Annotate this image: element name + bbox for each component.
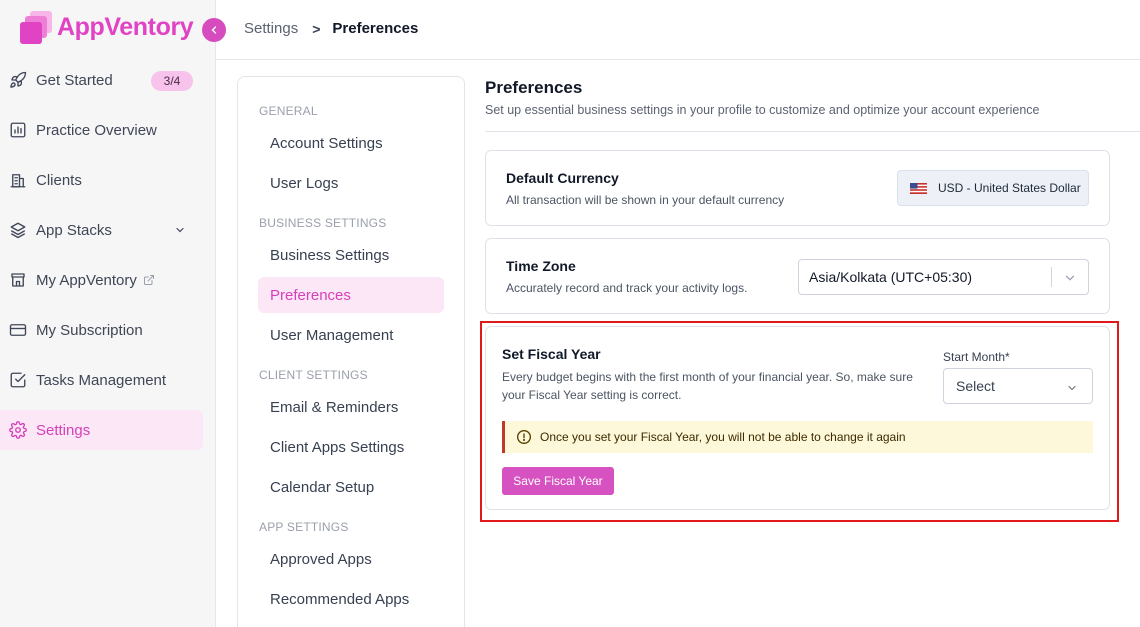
breadcrumb-settings[interactable]: Settings xyxy=(244,20,298,37)
settings-item-preferences[interactable]: Preferences xyxy=(258,277,444,313)
sidebar-item-label: Clients xyxy=(36,171,82,189)
sidebar-item-clients[interactable]: Clients xyxy=(0,160,216,200)
gear-icon xyxy=(8,420,28,440)
sidebar-item-label: My Subscription xyxy=(36,321,143,339)
time-zone-description: Accurately record and track your activit… xyxy=(506,281,748,295)
sidebar-item-label: Get Started xyxy=(36,71,113,89)
store-icon xyxy=(8,270,28,290)
settings-item-user-management[interactable]: User Management xyxy=(258,317,444,353)
sidebar-item-settings[interactable]: Settings xyxy=(0,410,203,450)
sidebar-item-my-subscription[interactable]: My Subscription xyxy=(0,310,216,350)
app-name: AppVentory xyxy=(57,12,194,41)
chevron-left-icon xyxy=(208,24,220,36)
time-zone-title: Time Zone xyxy=(506,258,576,274)
external-link-icon xyxy=(143,274,155,286)
sidebar-item-practice-overview[interactable]: Practice Overview xyxy=(0,110,216,150)
sidebar-item-app-stacks[interactable]: App Stacks xyxy=(0,210,216,250)
task-check-icon xyxy=(8,370,28,390)
section-heading-general: GENERAL xyxy=(259,104,318,118)
section-heading-business-settings: BUSINESS SETTINGS xyxy=(259,216,387,230)
us-flag-icon xyxy=(910,182,927,194)
chart-icon xyxy=(8,120,28,140)
layers-icon xyxy=(8,220,28,240)
settings-item-client-apps-settings[interactable]: Client Apps Settings xyxy=(258,429,444,465)
time-zone-value: Asia/Kolkata (UTC+05:30) xyxy=(809,269,973,285)
sidebar-item-label: Tasks Management xyxy=(36,371,167,389)
time-zone-card: Time Zone Accurately record and track yo… xyxy=(485,238,1110,314)
currency-display: USD - United States Dollar xyxy=(897,170,1089,206)
settings-item-business-settings[interactable]: Business Settings xyxy=(258,237,444,273)
chevron-down-icon[interactable] xyxy=(174,223,186,240)
sidebar-item-label: App Stacks xyxy=(36,221,112,239)
settings-item-approved-apps[interactable]: Approved Apps xyxy=(258,541,444,577)
building-icon xyxy=(8,170,28,190)
page-title: Preferences xyxy=(485,78,583,97)
currency-description: All transaction will be shown in your de… xyxy=(506,193,785,207)
settings-menu: GENERAL Account Settings User Logs BUSIN… xyxy=(237,76,465,627)
sidebar-item-label: My AppVentory xyxy=(36,271,137,289)
default-currency-card: Default Currency All transaction will be… xyxy=(485,150,1110,226)
settings-item-account-settings[interactable]: Account Settings xyxy=(258,125,444,161)
breadcrumb: Settings > Preferences xyxy=(244,20,418,37)
section-heading-client-settings: CLIENT SETTINGS xyxy=(259,368,368,382)
progress-badge: 3/4 xyxy=(151,71,193,91)
sidebar-nav: Get Started 3/4 Practice Overview Client… xyxy=(0,60,216,460)
sidebar-item-get-started[interactable]: Get Started 3/4 xyxy=(0,60,216,100)
sidebar-item-tasks-management[interactable]: Tasks Management xyxy=(0,360,216,400)
currency-title: Default Currency xyxy=(506,170,619,186)
app-logo-icon xyxy=(18,9,54,45)
breadcrumb-separator-icon: > xyxy=(312,20,321,37)
select-divider xyxy=(1051,267,1052,287)
settings-item-user-logs[interactable]: User Logs xyxy=(258,165,444,201)
app-logo[interactable]: AppVentory xyxy=(18,8,194,46)
sidebar-item-label: Settings xyxy=(36,421,91,439)
time-zone-select[interactable]: Asia/Kolkata (UTC+05:30) xyxy=(798,259,1089,295)
chevron-down-icon xyxy=(1063,271,1077,288)
top-bar: Settings > Preferences xyxy=(216,0,1140,60)
sidebar-item-my-appventory[interactable]: My AppVentory xyxy=(0,260,216,300)
page-subtitle: Set up essential business settings in yo… xyxy=(485,103,1040,117)
settings-item-calendar-setup[interactable]: Calendar Setup xyxy=(258,469,444,505)
fiscal-year-highlight-box xyxy=(480,321,1119,522)
breadcrumb-current: Preferences xyxy=(332,20,419,37)
card-icon xyxy=(8,320,28,340)
rocket-icon xyxy=(8,70,28,90)
collapse-sidebar-button[interactable] xyxy=(202,18,226,42)
sidebar-item-label: Practice Overview xyxy=(36,121,157,139)
settings-item-recommended-apps[interactable]: Recommended Apps xyxy=(258,581,444,617)
sidebar: AppVentory Get Started 3/4 Practice Over… xyxy=(0,0,216,627)
section-heading-app-settings: APP SETTINGS xyxy=(259,520,349,534)
settings-item-email-reminders[interactable]: Email & Reminders xyxy=(258,389,444,425)
currency-value: USD - United States Dollar xyxy=(938,181,1081,195)
header-divider xyxy=(485,131,1140,132)
